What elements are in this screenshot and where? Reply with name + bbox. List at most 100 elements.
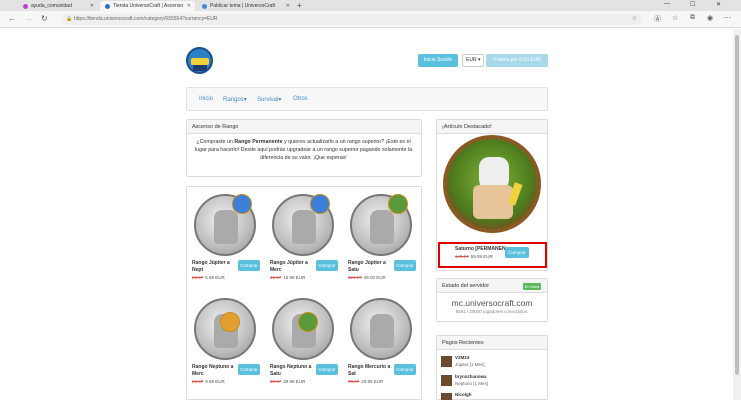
ascenso-panel: Ascenso de Rango ¿Compraste un Rango Per… (186, 119, 422, 177)
product-price: 76.97 29.99 EUR (348, 379, 383, 384)
currency: EUR (295, 379, 306, 384)
scrollbar-thumb[interactable] (735, 35, 739, 375)
desc-bold: Rango Permanente (234, 139, 283, 145)
product-name: Rango Júpiter a Nept (192, 260, 230, 273)
price: 59.99 (470, 254, 483, 259)
reading-mode-icon[interactable]: Ⓐ (654, 14, 661, 24)
close-tab-icon[interactable]: ✕ (286, 3, 290, 9)
featured-product-name: Saturno [PERMANEN (455, 246, 506, 252)
server-address[interactable]: mc.universocraft.com (436, 298, 548, 308)
payment-item-name: Neptuno [1 Mes] (455, 381, 489, 386)
buy-button[interactable]: Comprar (238, 364, 260, 375)
payment-user: brynnzhanowa (455, 374, 487, 379)
tab-tienda[interactable]: Tienda UniversoCraft | Ascenso o... ✕ (100, 1, 195, 11)
price: 39.99 (283, 379, 295, 384)
rank-badge-icon (310, 194, 330, 214)
favorite-star-icon[interactable]: ☆ (632, 14, 637, 25)
maximize-icon[interactable]: ☐ (690, 1, 695, 8)
tab-title: ayuda_comunidad (31, 3, 72, 9)
currency-value: EUR (466, 57, 477, 63)
product-image[interactable] (350, 298, 412, 360)
nav-item-otros[interactable]: Otros (293, 96, 308, 102)
currency: EUR (295, 275, 306, 280)
nav-item-rangos[interactable]: Rangos▾ (223, 96, 247, 103)
payment-item: brynnzhanowa Neptuno [1 Mes] (441, 374, 545, 394)
featured-product-image[interactable] (443, 135, 541, 233)
featured-product-price: 149.97 59.99 EUR (455, 254, 493, 259)
currency: EUR (215, 379, 225, 384)
product-name: Rango Neptuno a Satu (270, 364, 312, 377)
site-logo[interactable] (186, 47, 213, 74)
payment-user: Nicolgh (455, 392, 472, 397)
back-icon[interactable]: ← (8, 14, 16, 23)
nav-item-label: Rangos (223, 97, 244, 103)
panel-heading: Pagos Recientes (437, 336, 547, 350)
tab-title: Tienda UniversoCraft | Ascenso o... (113, 3, 183, 9)
forward-icon[interactable]: → (25, 14, 33, 23)
close-tab-icon[interactable]: ✕ (90, 3, 94, 9)
avatar (441, 356, 452, 367)
currency: EUR (373, 379, 384, 384)
login-button[interactable]: Inicia Sesión (418, 54, 458, 67)
currency: EUR (483, 254, 493, 259)
desc-text: ¿Compraste un (196, 139, 235, 145)
old-price: 76.97 (348, 379, 360, 384)
payment-item: V2M24 Júpiter [1 Mes] (441, 355, 545, 375)
tab-favicon-icon (105, 3, 110, 9)
player-count: 5591 / 20000 jugadores conectados. (455, 309, 529, 314)
tab-favicon-icon (23, 3, 28, 9)
payment-item: Nicolgh (441, 392, 545, 400)
buy-button[interactable]: Comprar (394, 364, 416, 375)
cart-button[interactable]: 0 items por 0.00 EUR (486, 54, 548, 67)
buy-button[interactable]: Comprar (316, 260, 338, 271)
product-card: Rango Mercurio a Sat 76.97 29.99 EUR Comp… (346, 296, 416, 394)
favorites-icon[interactable]: ☆ (672, 14, 678, 22)
product-price: 24.97 9.99 EUR (192, 379, 225, 384)
price: 49.00 (363, 275, 376, 280)
product-name: Rango Júpiter a Satu (348, 260, 386, 273)
more-menu-icon[interactable]: ⋯ (724, 14, 731, 22)
price: 5.99 (205, 275, 215, 280)
nav-item-inicio[interactable]: Inicio (199, 96, 213, 102)
tab-title: Publicar tema | UniversoCraft (210, 3, 276, 9)
rank-badge-icon (220, 312, 240, 332)
close-tab-icon[interactable]: ✕ (187, 3, 191, 9)
scrollbar[interactable] (733, 29, 741, 400)
profile-icon[interactable]: ◉ (707, 14, 713, 22)
url-text: https://tienda.universocraft.com/categor… (74, 16, 218, 22)
product-name: Rango Mercurio a Sat (348, 364, 391, 377)
currency-select[interactable]: EUR ▾ (462, 54, 484, 67)
featured-buy-button[interactable]: Comprar (505, 247, 529, 258)
old-price: 24.97 (192, 379, 204, 384)
product-card: Rango Júpiter a Merc 46.97 15.99 EUR Comp… (268, 192, 338, 290)
panel-heading: ¡Artículo Destacado! (437, 120, 547, 134)
product-price: 98.97 39.99 EUR (270, 379, 305, 384)
buy-button[interactable]: Comprar (394, 260, 416, 271)
tab-ayuda-comunidad[interactable]: ayuda_comunidad ✕ (18, 1, 98, 11)
minimize-icon[interactable]: — (664, 1, 670, 7)
old-price: 149.97 (455, 254, 469, 259)
buy-button[interactable]: Comprar (316, 364, 338, 375)
product-price: 24.97 5.99 EUR (192, 275, 225, 280)
buy-button[interactable]: Comprar (238, 260, 260, 271)
status-badge: En línea (523, 283, 541, 290)
tab-publicar-tema[interactable]: Publicar tema | UniversoCraft ✕ (197, 1, 294, 11)
old-price: 24.97 (192, 275, 204, 280)
nav-item-survival[interactable]: Survival▾ (257, 96, 281, 103)
main-nav: Inicio Rangos▾ Survival▾ Otros (186, 87, 548, 111)
caret-down-icon: ▾ (243, 97, 247, 103)
old-price: 46.97 (270, 275, 282, 280)
collections-icon[interactable]: ⧉ (690, 14, 695, 22)
address-bar[interactable]: 🔒 https://tienda.universocraft.com/categ… (62, 14, 642, 25)
avatar (441, 393, 452, 400)
rank-badge-icon (388, 194, 408, 214)
reload-icon[interactable]: ↻ (41, 14, 48, 23)
new-tab-button[interactable]: + (297, 1, 302, 10)
price: 15.99 (283, 275, 295, 280)
product-name: Rango Júpiter a Merc (270, 260, 308, 273)
product-card: Rango Neptuno a Satu 98.97 39.99 EUR Comp… (268, 296, 338, 394)
tab-favicon-icon (202, 3, 207, 9)
close-window-icon[interactable]: ✕ (716, 1, 721, 8)
rank-badge-icon (232, 194, 252, 214)
rank-badge-icon (298, 312, 318, 332)
